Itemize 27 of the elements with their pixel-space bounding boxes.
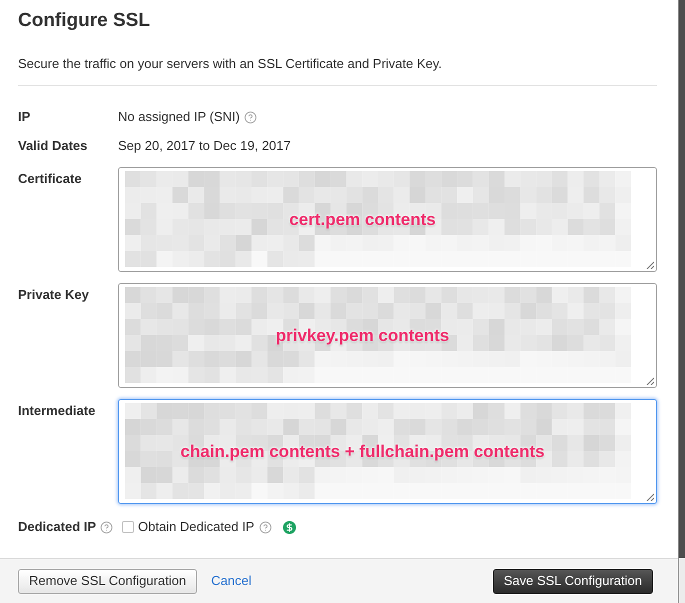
resize-handle-icon[interactable] <box>646 493 654 501</box>
save-button[interactable]: Save SSL Configuration <box>492 568 653 594</box>
annotation-label: privkey.pem contents <box>276 326 450 346</box>
field-label: Dedicated IP <box>18 518 96 536</box>
field-label: IP <box>18 108 32 126</box>
field-label: Valid Dates <box>18 137 88 156</box>
field-value: Sep 20, 2017 to Dec 19, 2017 <box>118 137 291 156</box>
checkbox[interactable] <box>122 521 134 533</box>
cancel-link[interactable]: Cancel <box>211 571 252 591</box>
field-value: No assigned IP (SNI) <box>118 108 240 126</box>
remove-button[interactable]: Remove SSL Configuration <box>18 568 198 594</box>
help-icon[interactable] <box>244 110 257 124</box>
field-label: Intermediate <box>18 402 96 420</box>
help-icon[interactable] <box>259 520 272 534</box>
resize-handle-icon[interactable] <box>646 377 654 385</box>
pem-text-field[interactable]: privkey.pem contents <box>118 283 657 388</box>
help-icon[interactable] <box>100 520 114 534</box>
annotation-label: chain.pem contents + fullchain.pem contents <box>180 442 545 462</box>
dialog-title: Configure SSL <box>18 9 151 33</box>
field-label: Certificate <box>18 170 83 188</box>
pem-text-field[interactable]: cert.pem contents <box>118 167 657 272</box>
resize-handle-icon[interactable] <box>646 261 654 269</box>
pem-text-field[interactable]: chain.pem contents + fullchain.pem contents <box>118 399 657 504</box>
dialog-description: Secure the traffic on your servers with an SSL Certificate and Private Key. <box>18 55 443 73</box>
annotation-label: cert.pem contents <box>289 210 436 230</box>
field-label: Private Key <box>18 286 90 304</box>
checkbox-label[interactable]: Obtain Dedicated IP <box>138 517 254 537</box>
